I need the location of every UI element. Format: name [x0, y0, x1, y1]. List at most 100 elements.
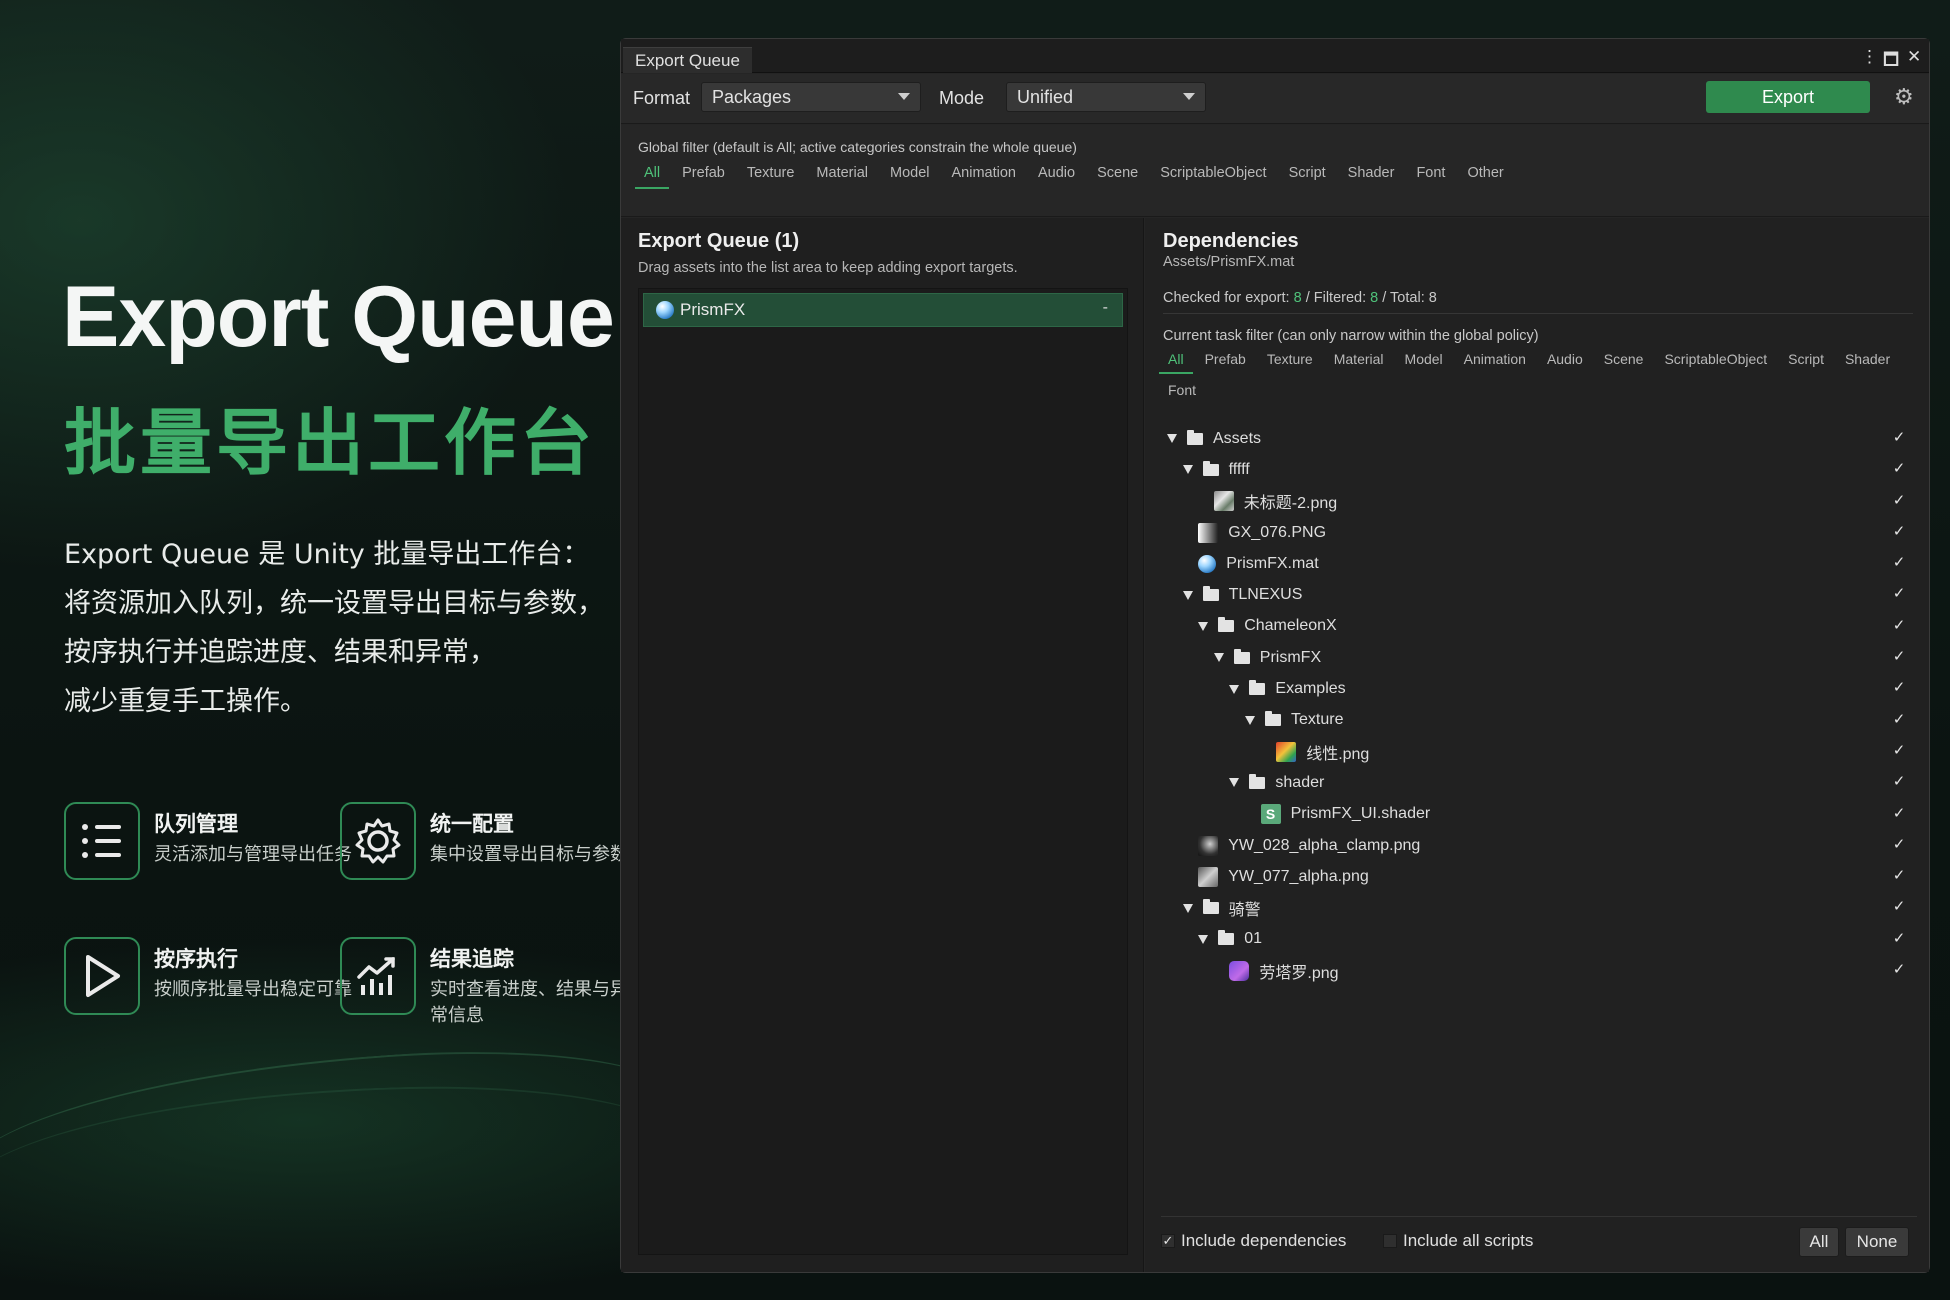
tree-row[interactable]: YW_077_alpha.png ✓ [1161, 861, 1917, 892]
global-filter-chip-scene[interactable]: Scene [1088, 165, 1147, 189]
global-filter-chip-other[interactable]: Other [1458, 165, 1512, 189]
expand-arrow-icon[interactable] [1167, 434, 1177, 444]
tree-row[interactable]: 01 ✓ [1161, 924, 1917, 955]
task-filter-chip-script[interactable]: Script [1779, 351, 1833, 374]
tree-row-label: YW_077_alpha.png [1228, 867, 1369, 885]
tree-row[interactable]: Texture ✓ [1161, 705, 1917, 736]
tree-row[interactable]: PrismFX ✓ [1161, 642, 1917, 673]
tree-row[interactable]: PrismFX.mat ✓ [1161, 548, 1917, 579]
tree-row[interactable]: S PrismFX_UI.shader ✓ [1161, 799, 1917, 830]
queue-list[interactable]: PrismFX - [638, 288, 1128, 1255]
expand-arrow-icon[interactable] [1198, 934, 1209, 944]
task-filter-chip-scriptableobject[interactable]: ScriptableObject [1655, 351, 1776, 374]
task-filter-chip-scene[interactable]: Scene [1595, 351, 1653, 374]
expand-arrow-icon[interactable] [1229, 778, 1240, 788]
expand-arrow-icon[interactable] [1198, 621, 1209, 631]
global-filter-chip-audio[interactable]: Audio [1029, 165, 1084, 189]
export-button[interactable]: Export [1706, 81, 1870, 113]
tree-row[interactable]: TLNEXUS ✓ [1161, 579, 1917, 610]
expand-arrow-icon[interactable] [1182, 903, 1193, 913]
checkmark-icon[interactable]: ✓ [1891, 962, 1907, 978]
checkmark-icon[interactable]: ✓ [1891, 868, 1907, 884]
task-filter-chip-material[interactable]: Material [1325, 351, 1393, 374]
tree-row[interactable]: shader ✓ [1161, 767, 1917, 798]
select-all-button[interactable]: All [1799, 1227, 1839, 1257]
checkmark-icon[interactable]: ✓ [1891, 430, 1907, 446]
task-filter-chip-shader[interactable]: Shader [1836, 351, 1899, 374]
expand-arrow-icon[interactable] [1182, 590, 1193, 600]
checkmark-icon[interactable]: ✓ [1891, 523, 1907, 540]
checkmark-icon[interactable]: ✓ [1891, 555, 1907, 571]
checkmark-icon[interactable]: ✓ [1891, 649, 1907, 665]
task-filter-chip-audio[interactable]: Audio [1538, 351, 1592, 374]
menu-icon[interactable]: ⋮ [1861, 47, 1878, 67]
toolbar: Format Packages Mode Unified Export ⚙ [621, 74, 1929, 124]
tree-row[interactable]: YW_028_alpha_clamp.png ✓ [1161, 830, 1917, 861]
expand-arrow-icon[interactable] [1245, 715, 1255, 725]
tree-row[interactable]: Assets ✓ [1161, 423, 1917, 454]
task-filter-chip-all[interactable]: All [1159, 351, 1193, 374]
tree-row[interactable]: Examples ✓ [1161, 673, 1917, 704]
global-filter-chip-texture[interactable]: Texture [738, 165, 804, 189]
global-filter-chip-shader[interactable]: Shader [1339, 165, 1404, 189]
global-filter-chip-scriptableobject[interactable]: ScriptableObject [1151, 165, 1275, 189]
global-filter-chip-prefab[interactable]: Prefab [673, 165, 734, 189]
task-filter-chip-animation[interactable]: Animation [1455, 351, 1535, 374]
global-filter-chip-font[interactable]: Font [1407, 165, 1454, 189]
dependencies-counts: Checked for export: 8 / Filtered: 8 / To… [1163, 290, 1437, 306]
queue-item[interactable]: PrismFX - [643, 293, 1123, 327]
mode-dropdown[interactable]: Unified [1006, 82, 1206, 112]
tree-row[interactable]: GX_076.PNG ✓ [1161, 517, 1917, 548]
task-filter-chip-font[interactable]: Font [1159, 382, 1205, 403]
material-sphere-icon [1198, 554, 1217, 573]
checkmark-icon[interactable]: ✓ [1891, 899, 1907, 915]
global-filter-chip-all[interactable]: All [635, 165, 670, 189]
checkmark-icon[interactable]: ✓ [1891, 711, 1907, 728]
checkmark-icon[interactable]: ✓ [1891, 617, 1907, 634]
checkmark-icon[interactable]: ✓ [1891, 680, 1907, 696]
window-tab[interactable]: Export Queue [623, 47, 752, 73]
checkmark-icon[interactable]: ✓ [1891, 742, 1907, 759]
checkmark-icon[interactable]: ✓ [1891, 461, 1907, 477]
feature-result-tracking: 结果追踪 实时查看进度、结果与异常信息 [340, 937, 628, 1037]
task-filter-chip-prefab[interactable]: Prefab [1196, 351, 1255, 374]
checkmark-icon[interactable]: ✓ [1891, 805, 1907, 822]
include-all-scripts-toggle[interactable]: Include all scripts [1383, 1231, 1533, 1251]
feature-title: 队列管理 [154, 812, 238, 836]
tree-row[interactable]: fffff ✓ [1161, 454, 1917, 485]
global-filter-chip-model[interactable]: Model [881, 165, 939, 189]
image-thumbnail-icon [1198, 835, 1219, 856]
global-filter-chip-animation[interactable]: Animation [943, 165, 1025, 189]
expand-arrow-icon[interactable] [1213, 653, 1224, 663]
tree-row[interactable]: 劳塔罗.png ✓ [1161, 955, 1917, 986]
checkbox-unchecked-icon[interactable] [1383, 1234, 1397, 1248]
close-icon[interactable]: ✕ [1907, 47, 1921, 67]
task-filter-chip-model[interactable]: Model [1396, 351, 1452, 374]
chevron-down-icon [1183, 93, 1195, 100]
tree-row[interactable]: 未标题-2.png ✓ [1161, 486, 1917, 517]
remove-item-button[interactable]: - [1103, 299, 1108, 317]
global-filter-chip-script[interactable]: Script [1280, 165, 1335, 189]
checkbox-checked-icon[interactable]: ✓ [1161, 1234, 1175, 1248]
checkmark-icon[interactable]: ✓ [1891, 774, 1907, 790]
task-filter-chip-texture[interactable]: Texture [1258, 351, 1322, 374]
expand-arrow-icon[interactable] [1229, 684, 1240, 694]
hero-description-line: 按序执行并追踪进度、结果和异常， [64, 637, 496, 668]
settings-gear-icon[interactable]: ⚙ [1894, 84, 1914, 110]
tree-row[interactable]: ChameleonX ✓ [1161, 611, 1917, 642]
feature-desc: 灵活添加与管理导出任务 [154, 844, 352, 865]
checkmark-icon[interactable]: ✓ [1891, 836, 1907, 853]
format-label: Format [633, 88, 691, 108]
checkmark-icon[interactable]: ✓ [1891, 492, 1907, 509]
checked-label: Checked for export: [1163, 290, 1290, 306]
checkmark-icon[interactable]: ✓ [1891, 930, 1907, 947]
checkmark-icon[interactable]: ✓ [1891, 586, 1907, 602]
format-dropdown[interactable]: Packages [701, 82, 921, 112]
tree-row[interactable]: 线性.png ✓ [1161, 736, 1917, 767]
include-dependencies-toggle[interactable]: ✓ Include dependencies [1161, 1231, 1346, 1251]
global-filter-chip-material[interactable]: Material [807, 165, 877, 189]
expand-arrow-icon[interactable] [1182, 465, 1193, 475]
tree-row[interactable]: 骑警 ✓ [1161, 892, 1917, 923]
maximize-icon[interactable]: 🗖 [1883, 47, 1899, 76]
select-none-button[interactable]: None [1845, 1227, 1909, 1257]
